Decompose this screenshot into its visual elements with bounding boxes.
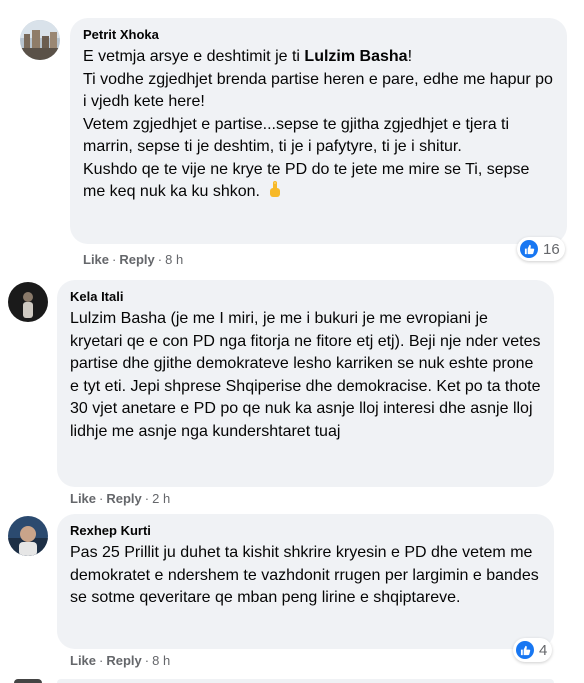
avatar[interactable]	[20, 20, 60, 60]
thumbs-up-icon	[520, 240, 538, 258]
separator-dot: ·	[112, 252, 117, 267]
comment-bubble: Rexhep Kurti Pas 25 Prillit ju duhet ta …	[57, 514, 554, 649]
comment-line: Ti vodhe zgjedhjet brenda partise heren …	[83, 70, 553, 111]
comment-item: Petrit Xhoka E vetmja arsye e deshtimit …	[0, 0, 584, 270]
comment-bubble	[57, 679, 554, 683]
reaction-count: 16	[543, 240, 560, 258]
comment-actions: Like · Reply · 8 h	[83, 252, 183, 268]
comment-timestamp[interactable]: 8 h	[165, 252, 183, 267]
comment-item: Kela Itali Lulzim Basha (je me I miri, j…	[0, 270, 584, 510]
comment-text-part: E vetmja arsye e deshtimit je ti	[83, 48, 305, 65]
separator-dot: ·	[99, 653, 104, 668]
reply-button[interactable]: Reply	[106, 653, 141, 668]
comment-bubble: Kela Itali Lulzim Basha (je me I miri, j…	[57, 280, 554, 487]
comment-line: Vetem zgjedhjet e partise...sepse te gji…	[83, 115, 510, 156]
like-button[interactable]: Like	[83, 252, 109, 267]
separator-dot: ·	[144, 653, 150, 668]
mention-link[interactable]: Lulzim Basha	[304, 48, 407, 65]
separator-dot: ·	[99, 491, 104, 506]
reaction-badge[interactable]: 16	[517, 237, 565, 261]
avatar[interactable]	[8, 282, 48, 322]
comment-text: Lulzim Basha (je me I miri, je me i buku…	[70, 310, 541, 440]
separator-dot: ·	[144, 491, 150, 506]
comment-text: Pas 25 Prillit ju duhet ta kishit shkrir…	[70, 544, 539, 606]
comment-timestamp[interactable]: 2 h	[152, 491, 170, 506]
reaction-count: 4	[539, 641, 548, 659]
comment-author[interactable]: Rexhep Kurti	[70, 523, 542, 539]
comment-bubble: Petrit Xhoka E vetmja arsye e deshtimit …	[70, 18, 567, 244]
comment-author[interactable]: Petrit Xhoka	[83, 27, 555, 43]
comment-line: Kushdo qe te vije ne krye te PD do te je…	[83, 160, 530, 201]
avatar-photo-icon	[8, 516, 48, 556]
like-button[interactable]: Like	[70, 653, 96, 668]
comment-actions: Like · Reply · 2 h	[70, 491, 170, 507]
thumbs-up-icon	[516, 641, 534, 659]
avatar[interactable]	[8, 516, 48, 556]
reply-button[interactable]: Reply	[106, 491, 141, 506]
comment-timestamp[interactable]: 8 h	[152, 653, 170, 668]
avatar[interactable]	[14, 679, 42, 683]
comment-item: Rexhep Kurti Pas 25 Prillit ju duhet ta …	[0, 510, 584, 680]
comment-text: E vetmja arsye e deshtimit je ti Lulzim …	[83, 46, 555, 206]
separator-dot: ·	[157, 252, 163, 267]
pointing-up-emoji-icon	[268, 181, 282, 206]
comment-author[interactable]: Kela Itali	[70, 289, 542, 305]
next-comment-edge	[0, 679, 584, 683]
avatar-photo-icon	[8, 282, 48, 322]
comment-actions: Like · Reply · 8 h	[70, 653, 170, 669]
reaction-badge[interactable]: 4	[513, 638, 553, 662]
like-button[interactable]: Like	[70, 491, 96, 506]
reply-button[interactable]: Reply	[119, 252, 154, 267]
avatar-photo-icon	[20, 20, 60, 60]
comment-text-part: !	[407, 48, 413, 65]
